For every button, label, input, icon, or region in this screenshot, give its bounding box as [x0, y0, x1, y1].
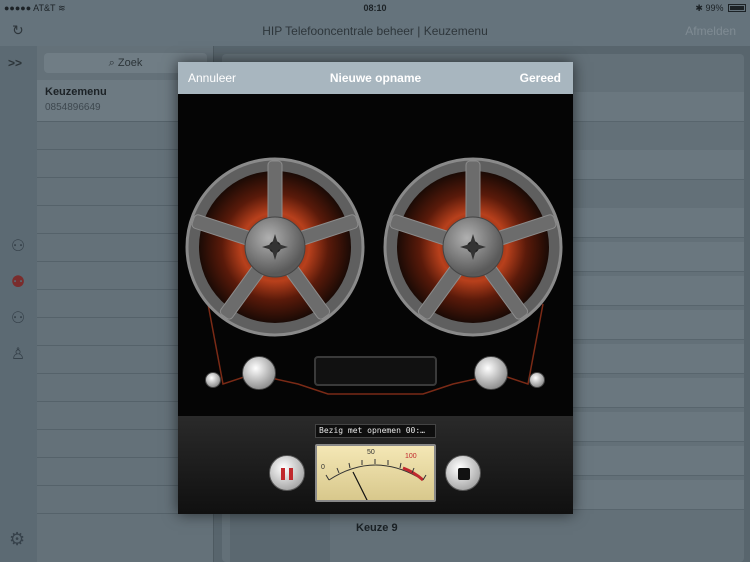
vu-meter: 0 50 100 — [315, 444, 436, 502]
list-item-number: 0854896649 — [45, 102, 101, 113]
recording-status-label: Bezig met opnemen 00:… — [315, 424, 436, 438]
modal-title: Nieuwe opname — [329, 71, 422, 85]
navigation-bar: ↻ HIP Telefooncentrale beheer | Keuzemen… — [0, 16, 750, 46]
group-icon[interactable]: ⚇ — [6, 236, 30, 258]
tape-head-window — [314, 356, 437, 386]
recorder-control-panel: Bezig met opnemen 00:… 0 50 100 — [178, 416, 573, 514]
detail-row-keuze-9[interactable]: Keuze 9 — [356, 522, 398, 534]
left-reel — [185, 157, 365, 337]
team-icon[interactable]: ⚇ — [6, 308, 30, 330]
stop-button[interactable] — [445, 455, 481, 491]
vu-scale-mid: 50 — [367, 449, 375, 456]
pause-button[interactable] — [269, 455, 305, 491]
status-bar: ●●●●● AT&T ≋ 08:10 ✱ 99% — [0, 0, 750, 16]
tape-deck — [178, 94, 573, 416]
done-button[interactable]: Gereed — [520, 71, 561, 85]
pause-icon — [281, 468, 285, 480]
right-reel — [383, 157, 563, 337]
page-title: HIP Telefooncentrale beheer | Keuzemenu — [262, 24, 488, 38]
battery-indicator: ✱ 99% — [695, 3, 746, 14]
recording-modal: Annuleer Nieuwe opname Gereed Bezig met … — [178, 62, 573, 514]
list-item-name: Keuzemenu — [45, 86, 107, 98]
vu-scale-max: 100 — [405, 453, 417, 460]
user-icon[interactable]: ♙ — [6, 344, 30, 366]
tape-guide-knob — [529, 372, 545, 388]
tape-guide-knob — [205, 372, 221, 388]
search-placeholder: Zoek — [117, 57, 143, 69]
contacts-icon[interactable]: ⚉ — [6, 272, 30, 294]
vu-needle — [352, 471, 368, 500]
clock: 08:10 — [363, 3, 387, 13]
sidebar-rail: >> ⚇ ⚉ ⚇ ♙ ⚙ — [0, 46, 37, 562]
expand-sidebar-button[interactable]: >> — [8, 56, 22, 70]
gear-icon[interactable]: ⚙ — [9, 529, 25, 550]
search-icon: ⌕ — [108, 57, 115, 69]
logout-button[interactable]: Afmelden — [685, 24, 736, 38]
modal-header: Annuleer Nieuwe opname Gereed — [178, 62, 573, 94]
tape-roller-knob — [474, 356, 508, 390]
battery-percentage: 99% — [705, 3, 724, 13]
tape-roller-knob — [242, 356, 276, 390]
vu-scale-min: 0 — [321, 464, 325, 471]
bluetooth-icon: ✱ — [695, 3, 703, 13]
battery-icon — [728, 4, 746, 12]
pause-icon — [289, 468, 293, 480]
stop-icon — [458, 468, 470, 480]
